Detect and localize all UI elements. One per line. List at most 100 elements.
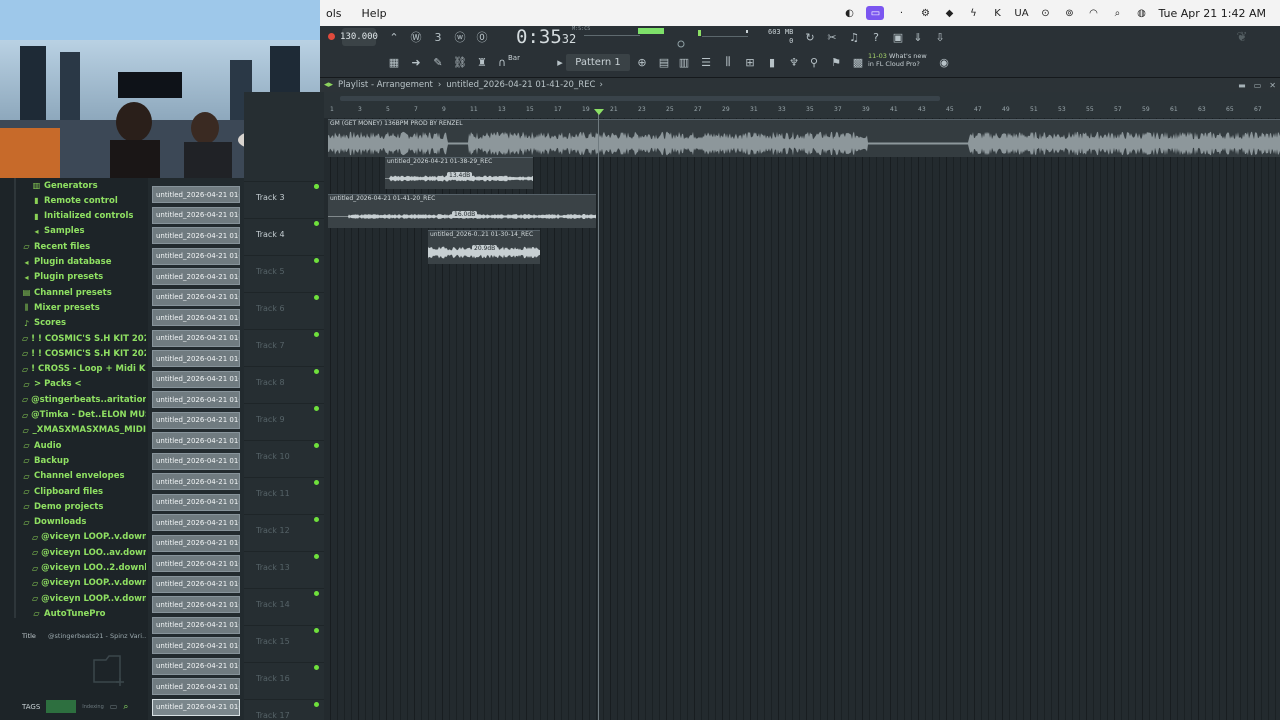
tempo-display[interactable]: 130.000 <box>340 28 378 46</box>
picker-clip-item[interactable]: untitled_2026-04-21 01-... <box>152 227 240 244</box>
browser-item[interactable]: ⫼ Mixer presets <box>0 300 146 315</box>
browser-item[interactable]: ◂ Plugin database <box>0 255 146 270</box>
pencil-icon[interactable]: ✎ <box>430 54 446 70</box>
picker-clip-item[interactable]: untitled_2026-04-21 01-... <box>152 698 240 716</box>
browser-item[interactable]: ▱ Recent files <box>0 239 146 254</box>
browser-item[interactable]: ▱ Demo projects <box>0 499 146 514</box>
browser-item[interactable]: ▱ Downloads <box>0 515 146 530</box>
browser-item[interactable]: ▱ AutoTunePro <box>0 606 146 621</box>
browser-item[interactable]: ▱@viceyn LOO..2.download <box>0 561 146 576</box>
track-enable-led[interactable] <box>314 443 319 448</box>
track-header[interactable]: Track 7 <box>244 330 324 367</box>
timeline-ruler[interactable]: 1 3 5 7 9 11 13 15 17 19 21 23 25 27 29 31 33 35 37 39 41 43 4… <box>324 92 1280 118</box>
picker-clip-item[interactable]: untitled_2026-04-21 01-... <box>152 350 240 367</box>
browser-item[interactable]: ▱ > Packs < <box>0 377 146 392</box>
playhead-marker-icon[interactable] <box>594 109 604 115</box>
browser-item[interactable]: ▮ Remote control <box>0 193 146 208</box>
browser-item[interactable]: ▱! ! COSMIC'S S.H KIT 2025 ! ! <box>0 346 146 361</box>
online-icon[interactable]: ◉ <box>936 54 952 70</box>
audio-clip-rec-3[interactable]: untitled_2026-0..21 01-30-14_REC 20.9dB <box>428 230 540 264</box>
metronome-icon[interactable]: ⌃ <box>386 29 402 45</box>
undo-history-icon[interactable]: ↻ <box>802 29 818 45</box>
track-enable-led[interactable] <box>314 406 319 411</box>
track-header[interactable]: Track 17 <box>244 700 324 720</box>
picker-clip-item[interactable]: untitled_2026-04-21 01-... <box>152 329 240 347</box>
menubar-clock[interactable]: Tue Apr 21 1:42 AM <box>1158 7 1266 20</box>
loop-record-icon[interactable]: ⓪ <box>474 29 490 45</box>
whats-new-panel[interactable]: 11-03 What's new in FL Cloud Pro? <box>868 52 927 68</box>
track-enable-led[interactable] <box>314 702 319 707</box>
piano-roll-icon[interactable]: ▦ <box>386 54 402 70</box>
picker-clip-item[interactable]: untitled_2026-04-21 01-... <box>152 391 240 408</box>
browser-icon[interactable]: ⊞ <box>742 54 758 70</box>
pitch-knob-icon[interactable] <box>676 32 686 50</box>
track-enable-led[interactable] <box>314 332 319 337</box>
picker-clip-item[interactable]: untitled_2026-04-21 01-... <box>152 534 240 552</box>
browser-item[interactable]: ♪ Scores <box>0 316 146 331</box>
wifi-icon[interactable]: ◠ <box>1086 6 1100 20</box>
browser-item[interactable]: ▱! CROSS - Loop + Midi Kit <box>0 362 146 377</box>
track-header[interactable]: Track 8 <box>244 367 324 404</box>
export-icon[interactable]: ⇓ <box>910 29 926 45</box>
browser-item[interactable]: ▱@viceyn LOOP..v.download <box>0 530 146 545</box>
song-position-display[interactable]: 0:3532 M:S:CS <box>516 26 590 48</box>
browser-item[interactable]: ▱ Backup <box>0 453 146 468</box>
track-header[interactable]: Track 12 <box>244 515 324 552</box>
picker-clip-item[interactable]: untitled_2026-04-21 01-... <box>152 247 240 265</box>
pattern-selector[interactable]: Pattern 1 <box>566 54 630 71</box>
step-icon[interactable]: ⓦ <box>452 29 468 45</box>
bolt-icon[interactable]: ϟ <box>966 6 980 20</box>
arrow-right-icon[interactable]: ➜ <box>408 54 424 70</box>
mic-icon[interactable]: ♫ <box>846 29 862 45</box>
stamp-icon[interactable]: ♜ <box>474 54 490 70</box>
browser-item[interactable]: ▱@stingerbeats..aritation Pack <box>0 392 146 407</box>
marketplace-icon[interactable]: ⚑ <box>828 54 844 70</box>
track-enable-led[interactable] <box>314 591 319 596</box>
browser-item[interactable]: ▱@viceyn LOO..av.download <box>0 545 146 560</box>
picker-clip-item[interactable]: untitled_2026-04-21 01-... <box>152 452 240 470</box>
playlist-title-bar[interactable]: ◂▸ Playlist - Arrangement › untitled_202… <box>320 78 1280 92</box>
picker-clip-item[interactable]: untitled_2026-04-21 01-... <box>152 288 240 306</box>
track-header[interactable]: Track 15 <box>244 626 324 663</box>
browser-item[interactable]: ▱ Channel envelopes <box>0 469 146 484</box>
picker-clip-item[interactable]: untitled_2026-04-21 01-... <box>152 514 240 531</box>
picker-clip-item[interactable]: untitled_2026-04-21 01-... <box>152 411 240 429</box>
picker-clip-item[interactable]: untitled_2026-04-21 01-... <box>152 370 240 388</box>
browser-item[interactable]: ▱@viceyn LOOP..v.download <box>0 591 146 606</box>
browser-item[interactable]: ▱@viceyn LOOP..v.download <box>0 576 146 591</box>
picker-clip-item[interactable]: untitled_2026-04-21 01-... <box>152 678 240 695</box>
picker-clip-item[interactable]: untitled_2026-04-21 01-... <box>152 206 240 224</box>
picker-clip-item[interactable]: untitled_2026-04-21 01-... <box>152 309 240 326</box>
countdown-icon[interactable]: 3 <box>430 29 446 45</box>
touch-keyboard-icon[interactable]: ⚲ <box>806 54 822 70</box>
eye-icon[interactable]: ◆ <box>942 6 956 20</box>
track-header[interactable]: Track 11 <box>244 478 324 515</box>
piano-roll-window-icon[interactable]: ▥ <box>676 54 692 70</box>
browser-item[interactable]: ▤ Channel presets <box>0 285 146 300</box>
browser-item[interactable]: ▱@Timka - Det..ELON MUSIC_ <box>0 408 146 423</box>
wait-icon[interactable]: Ⓦ <box>408 29 424 45</box>
track-enable-led[interactable] <box>314 221 319 226</box>
menu-tools[interactable]: ols <box>326 7 342 20</box>
picker-clip-item[interactable]: untitled_2026-04-21 01-... <box>152 616 240 634</box>
folder-small-icon[interactable]: ▭ <box>110 702 118 711</box>
playlist-arrow-icon[interactable]: ◂▸ <box>324 80 333 90</box>
track-header[interactable]: Track 6 <box>244 293 324 330</box>
gear-icon[interactable]: ⚙ <box>918 6 932 20</box>
add-pattern-icon[interactable]: ⊕ <box>634 54 650 70</box>
picker-clip-item[interactable]: untitled_2026-04-21 01-... <box>152 596 240 613</box>
picker-clip-item[interactable]: untitled_2026-04-21 01-... <box>152 186 240 203</box>
close-icon[interactable]: ✕ <box>1269 81 1276 90</box>
picker-clip-item[interactable]: untitled_2026-04-21 01-... <box>152 575 240 593</box>
track-enable-led[interactable] <box>314 258 319 263</box>
track-enable-led[interactable] <box>314 480 319 485</box>
browser-item[interactable]: ◂ Plugin presets <box>0 270 146 285</box>
browser-item[interactable]: ▱ Audio <box>0 438 146 453</box>
audio-clip-rec-2[interactable]: untitled_2026-04-21 01-41-20_REC 16.0dB <box>328 194 596 228</box>
audio-clip-rec-1[interactable]: untitled_2026-04-21 01-38-29_REC 13.4dB <box>385 157 533 189</box>
help-icon[interactable]: ? <box>868 29 884 45</box>
cut-icon[interactable]: ✂ <box>824 29 840 45</box>
track-enable-led[interactable] <box>314 369 319 374</box>
news-icon[interactable]: ▩ <box>850 54 866 70</box>
menu-help[interactable]: Help <box>362 7 387 20</box>
